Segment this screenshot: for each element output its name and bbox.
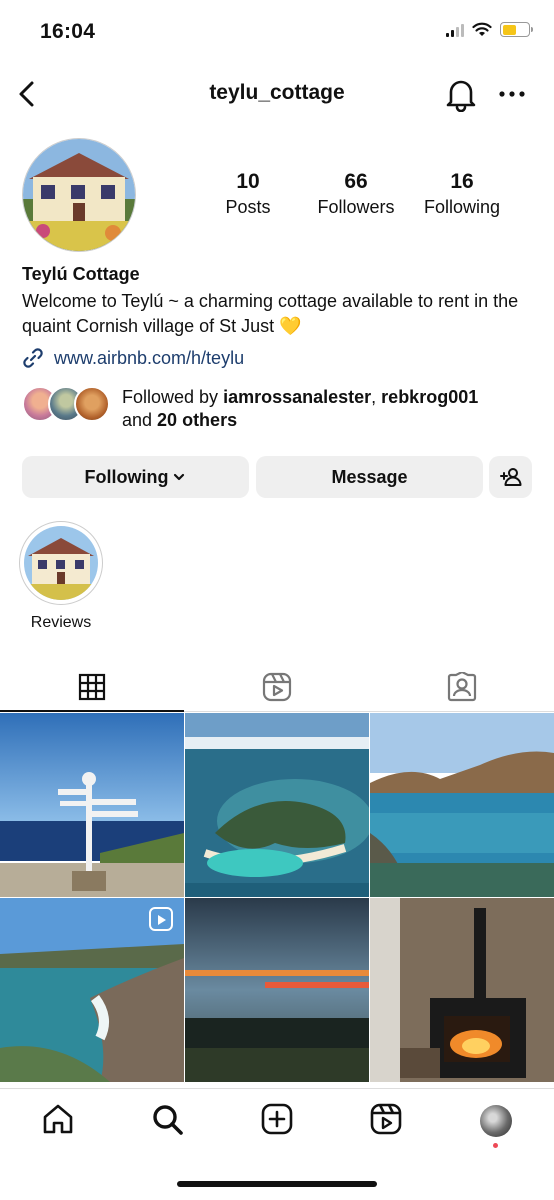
following-count-label: Following <box>423 197 501 217</box>
follower-avatar <box>74 386 110 422</box>
cellular-signal-icon <box>446 23 464 37</box>
tab-reels[interactable] <box>185 664 369 710</box>
followed-by-prefix: Followed by <box>122 387 224 407</box>
tagged-icon <box>447 672 477 702</box>
profile-display-name: Teylú Cottage <box>22 264 140 284</box>
tab-posts-grid[interactable] <box>0 664 184 710</box>
posts-count-value: 10 <box>236 170 260 193</box>
suggest-users-button[interactable] <box>489 456 532 498</box>
followed-by-and: and <box>122 410 158 430</box>
profile-link[interactable]: www.airbnb.com/h/teylu <box>22 347 244 369</box>
followed-by[interactable]: Followed by iamrossanalester, rebkrog001… <box>22 386 478 432</box>
followed-by-text: Followed by iamrossanalester, rebkrog001… <box>122 386 478 432</box>
following-count-value: 16 <box>450 170 474 193</box>
followers-count-value: 66 <box>344 170 368 193</box>
chevron-down-icon <box>174 473 185 481</box>
highlight-cover <box>24 526 98 600</box>
posts-count[interactable]: 10 Posts <box>193 170 303 218</box>
create-post-icon[interactable] <box>260 1102 294 1136</box>
post-thumbnail[interactable] <box>185 898 369 1082</box>
followers-count-label: Followers <box>317 197 395 217</box>
more-options-icon[interactable] <box>498 82 526 106</box>
followed-by-others[interactable]: 20 others <box>157 410 237 430</box>
status-icons <box>446 22 533 37</box>
followers-count[interactable]: 66 Followers <box>301 170 411 218</box>
post-thumbnail[interactable] <box>0 713 184 897</box>
home-indicator <box>177 1181 377 1187</box>
home-icon[interactable] <box>41 1102 75 1136</box>
posts-count-label: Posts <box>225 197 271 217</box>
message-button[interactable]: Message <box>256 456 483 498</box>
highlight-label: Reviews <box>30 614 92 631</box>
grid-icon <box>78 673 106 701</box>
wifi-icon <box>472 22 492 36</box>
search-icon[interactable] <box>150 1102 184 1136</box>
post-thumbnail[interactable] <box>0 898 184 1082</box>
reels-nav-icon[interactable] <box>369 1102 403 1136</box>
link-icon <box>23 348 43 368</box>
follower-username[interactable]: rebkrog001 <box>381 387 478 407</box>
bell-icon[interactable] <box>444 76 478 112</box>
story-highlight[interactable] <box>19 521 103 605</box>
tab-tagged[interactable] <box>370 664 554 710</box>
followed-by-separator: , <box>371 387 382 407</box>
message-button-label: Message <box>331 466 408 487</box>
post-thumbnail[interactable] <box>185 713 369 897</box>
active-tab-indicator <box>0 710 184 712</box>
following-count[interactable]: 16 Following <box>407 170 517 218</box>
post-thumbnail[interactable] <box>370 713 554 897</box>
profile-avatar[interactable] <box>22 138 136 252</box>
add-person-icon <box>499 468 521 486</box>
notification-dot <box>493 1143 498 1148</box>
battery-icon <box>500 22 533 37</box>
profile-icon[interactable] <box>480 1105 512 1137</box>
post-thumbnail[interactable] <box>370 898 554 1082</box>
profile-link-text: www.airbnb.com/h/teylu <box>54 347 245 368</box>
following-button[interactable]: Following <box>22 456 249 498</box>
profile-bio: Welcome to Teylú ~ a charming cottage av… <box>22 291 519 336</box>
reels-icon <box>262 672 292 702</box>
status-time: 16:04 <box>40 20 96 43</box>
follower-username[interactable]: iamrossanalester <box>223 387 371 407</box>
following-button-label: Following <box>84 466 169 487</box>
